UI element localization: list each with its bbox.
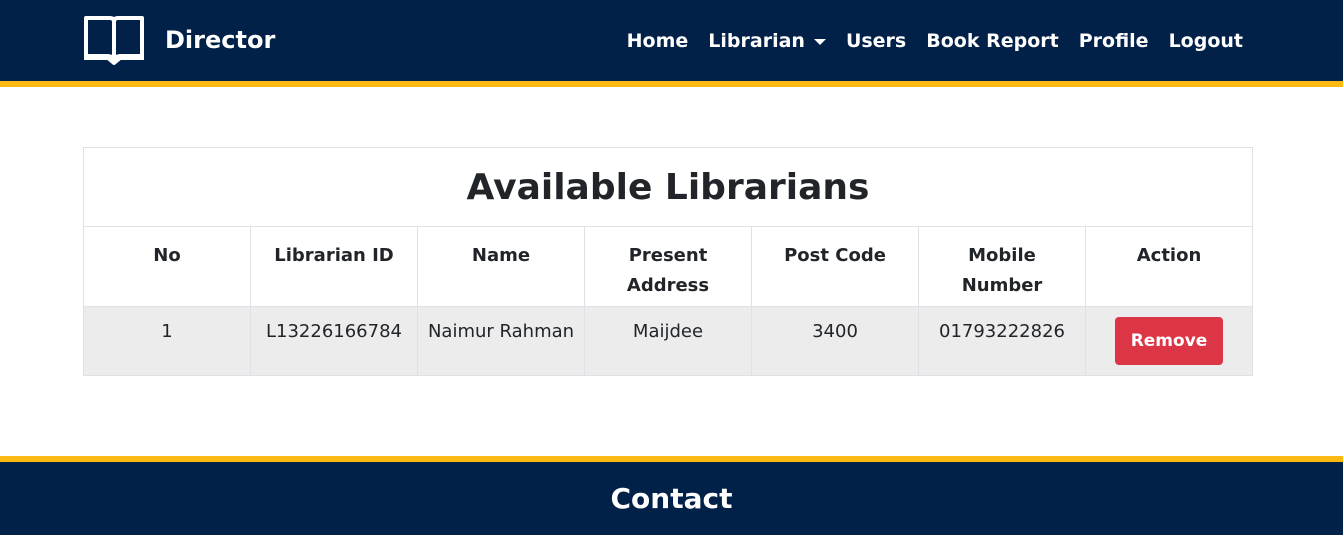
footer: Contact (0, 462, 1343, 535)
librarians-table: Available Librarians No Librarian ID Nam… (83, 147, 1253, 376)
column-header-name: Name (417, 226, 585, 307)
nav-book-report-link[interactable]: Book Report (926, 30, 1058, 52)
column-header-librarian-id: Librarian ID (250, 226, 418, 307)
remove-button[interactable]: Remove (1115, 317, 1223, 365)
brand-link[interactable]: Director (82, 14, 275, 66)
cell-name: Naimur Rahman (417, 306, 585, 376)
cell-present-address: Maijdee (584, 306, 752, 376)
column-header-mobile-line1: Mobile (968, 245, 1036, 266)
column-header-mobile-line2: Number (961, 275, 1043, 296)
nav-librarian-label: Librarian (708, 29, 805, 52)
navbar-accent-stripe (0, 81, 1343, 87)
cell-librarian-id: L13226166784 (250, 306, 418, 376)
column-header-present-address-line1: Present (628, 245, 708, 266)
table-header-row: No Librarian ID Name Present Address Pos… (83, 226, 1253, 307)
brand-title: Director (165, 26, 276, 54)
cell-action: Remove (1085, 306, 1253, 376)
open-book-icon (84, 16, 144, 65)
column-header-mobile-number: Mobile Number (918, 226, 1086, 307)
nav-links: Home Librarian Users Book Report Profile… (607, 0, 1243, 81)
top-navbar: Director Home Librarian Users Book Repor… (0, 0, 1343, 81)
nav-home-link[interactable]: Home (627, 30, 689, 52)
nav-profile-link[interactable]: Profile (1079, 30, 1149, 52)
table-row: 1 L13226166784 Naimur Rahman Maijdee 340… (83, 306, 1253, 376)
column-header-post-code: Post Code (751, 226, 919, 307)
caret-down-icon (813, 38, 826, 45)
nav-logout-link[interactable]: Logout (1169, 30, 1243, 52)
nav-users-link[interactable]: Users (846, 30, 906, 52)
nav-librarian-dropdown[interactable]: Librarian (708, 30, 826, 52)
cell-post-code: 3400 (751, 306, 919, 376)
footer-contact-title: Contact (610, 482, 733, 515)
column-header-action: Action (1085, 226, 1253, 307)
column-header-present-address: Present Address (584, 226, 752, 307)
cell-mobile-number: 01793222826 (918, 306, 1086, 376)
column-header-no: No (83, 226, 251, 307)
table-title: Available Librarians (83, 147, 1253, 227)
cell-no: 1 (83, 306, 251, 376)
column-header-present-address-line2: Address (626, 275, 710, 296)
librarians-table-container: Available Librarians No Librarian ID Nam… (83, 147, 1253, 376)
